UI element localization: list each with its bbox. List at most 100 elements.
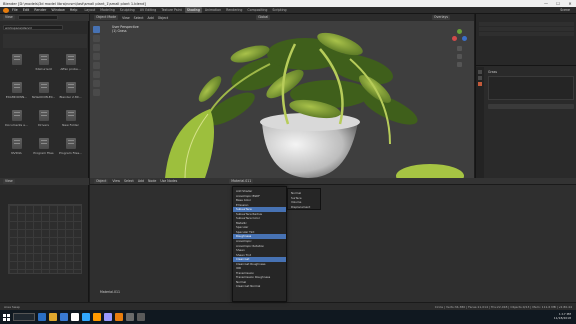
render-tab-icon[interactable] [478, 70, 482, 74]
use-nodes-checkbox[interactable]: Use Nodes [160, 179, 177, 183]
menu-render[interactable]: Render [34, 8, 46, 12]
outliner-row[interactable] [479, 22, 574, 26]
menu-add[interactable]: Add [148, 16, 154, 20]
right-leaf [396, 164, 464, 178]
axis-x-icon[interactable] [452, 36, 457, 41]
taskbar-clock[interactable]: 1:17 PM 11/18/2018 [554, 313, 576, 320]
file-explorer-icon[interactable] [49, 313, 57, 321]
cursor-tool-icon[interactable] [93, 35, 100, 42]
file-item[interactable]: Documents a... [3, 110, 30, 127]
view-menu[interactable]: View [3, 15, 15, 20]
move-tool-icon[interactable] [93, 44, 100, 51]
close-button[interactable]: ✕ [564, 1, 576, 6]
file-name: N2lazOCMLE0... [31, 95, 56, 99]
folder-icon [38, 54, 49, 65]
outliner-row[interactable] [479, 32, 574, 36]
menu-window[interactable]: Window [51, 8, 64, 12]
edge-icon[interactable] [38, 313, 46, 321]
maximize-button[interactable]: ☐ [552, 1, 564, 6]
axis-y-icon[interactable] [457, 29, 462, 34]
overlays-dropdown[interactable]: Overlays [431, 15, 450, 20]
minimize-button[interactable]: — [540, 1, 552, 6]
object-mode-dropdown[interactable]: Object Mode [94, 15, 119, 20]
zoom-icon[interactable] [457, 46, 462, 51]
menu-select[interactable]: Select [124, 179, 134, 183]
photoshop-icon[interactable] [82, 313, 90, 321]
file-name: Affan probe... [60, 67, 81, 71]
file-item[interactable]: 3dsCurrent [30, 54, 57, 71]
file-item[interactable]: Program Files... [57, 138, 84, 155]
tab-compositing[interactable]: Compositing [245, 7, 269, 13]
path-field[interactable] [17, 15, 58, 20]
material-slot-dropdown[interactable] [488, 104, 574, 109]
navigation-gizmo[interactable] [452, 28, 468, 70]
menu-help[interactable]: Help [70, 8, 78, 12]
start-button[interactable] [3, 313, 10, 321]
material-selector[interactable]: Material.011 [229, 178, 254, 184]
axis-z-icon[interactable] [462, 36, 467, 41]
menu-edit[interactable]: Edit [23, 8, 30, 12]
outliner-row[interactable] [479, 27, 574, 31]
tab-shading[interactable]: Shading [184, 7, 202, 13]
tab-uv-editing[interactable]: UV Editing [138, 7, 159, 13]
menu-add[interactable]: Add [138, 179, 144, 183]
material-slot-list[interactable] [488, 76, 574, 100]
folder-icon [65, 110, 76, 121]
object-name: Grass [488, 70, 498, 74]
file-item[interactable]: Drivers [30, 110, 57, 127]
output-submenu: Normal Surface Volume Displacement [287, 188, 321, 210]
app-icon[interactable] [126, 313, 134, 321]
file-item[interactable]: NVIDIA [3, 138, 30, 155]
annotate-tool-icon[interactable] [93, 80, 100, 87]
file-item[interactable]: EXAMDOWN... [3, 82, 30, 99]
premiere-icon[interactable] [104, 313, 112, 321]
submenu-item[interactable]: Displacement [288, 205, 320, 210]
menu-file[interactable]: File [12, 8, 18, 12]
file-item[interactable]: New Folder [57, 110, 84, 127]
menu-object[interactable]: Object [158, 16, 168, 20]
tab-layout[interactable]: Layout [82, 7, 97, 13]
blender-icon[interactable] [115, 313, 123, 321]
scene-selector[interactable]: Scene [560, 8, 570, 12]
windows-taskbar: 1:17 PM 11/18/2018 [0, 310, 576, 324]
tab-rendering[interactable]: Rendering [224, 7, 244, 13]
scale-tool-icon[interactable] [93, 62, 100, 69]
output-tab-icon[interactable] [478, 76, 482, 80]
file-item[interactable]: .. [3, 54, 30, 71]
select-tool-icon[interactable] [93, 26, 100, 33]
store-icon[interactable] [60, 313, 68, 321]
tab-sculpting[interactable]: Sculpting [118, 7, 137, 13]
file-item[interactable]: Affan probe... [57, 54, 84, 71]
image-canvas[interactable] [8, 204, 82, 274]
file-item[interactable]: Blender 2.80... [57, 82, 84, 99]
scene-statistics: Circle | Verts:34,380 | Faces:11,014 | T… [434, 304, 572, 309]
measure-tool-icon[interactable] [93, 89, 100, 96]
rotate-tool-icon[interactable] [93, 53, 100, 60]
app-icon[interactable] [137, 313, 145, 321]
transform-orientation-dropdown[interactable]: Global [256, 15, 271, 20]
menu-item[interactable]: Clearcoat Normal [233, 284, 286, 289]
menu-node[interactable]: Node [148, 179, 156, 183]
tab-scripting[interactable]: Scripting [270, 7, 288, 13]
illustrator-icon[interactable] [93, 313, 101, 321]
menu-select[interactable]: Select [134, 16, 144, 20]
tab-animation[interactable]: Animation [203, 7, 223, 13]
blender-logo-icon[interactable] [3, 7, 9, 13]
file-item[interactable]: Program Files [30, 138, 57, 155]
file-item[interactable]: N2lazOCMLE0... [30, 82, 57, 99]
file-browser-toolbar [3, 34, 87, 48]
pan-icon[interactable] [457, 54, 462, 59]
menu-view[interactable]: View [112, 179, 120, 183]
3d-viewport[interactable]: Object Mode View Select Add Object Globa… [90, 14, 474, 178]
taskbar-search[interactable] [13, 313, 35, 321]
view-menu[interactable]: View [3, 179, 15, 184]
transform-tool-icon[interactable] [93, 71, 100, 78]
menu-view[interactable]: View [122, 16, 130, 20]
shader-editor[interactable]: Object View Select Add Node Use Nodes Ma… [90, 178, 576, 302]
material-tab-icon[interactable] [478, 82, 482, 86]
browser-icon[interactable] [71, 313, 79, 321]
shader-type-dropdown[interactable]: Object [94, 178, 109, 184]
camera-icon[interactable] [457, 62, 462, 67]
tab-modeling[interactable]: Modeling [98, 7, 117, 13]
tab-texture-paint[interactable]: Texture Paint [159, 7, 184, 13]
